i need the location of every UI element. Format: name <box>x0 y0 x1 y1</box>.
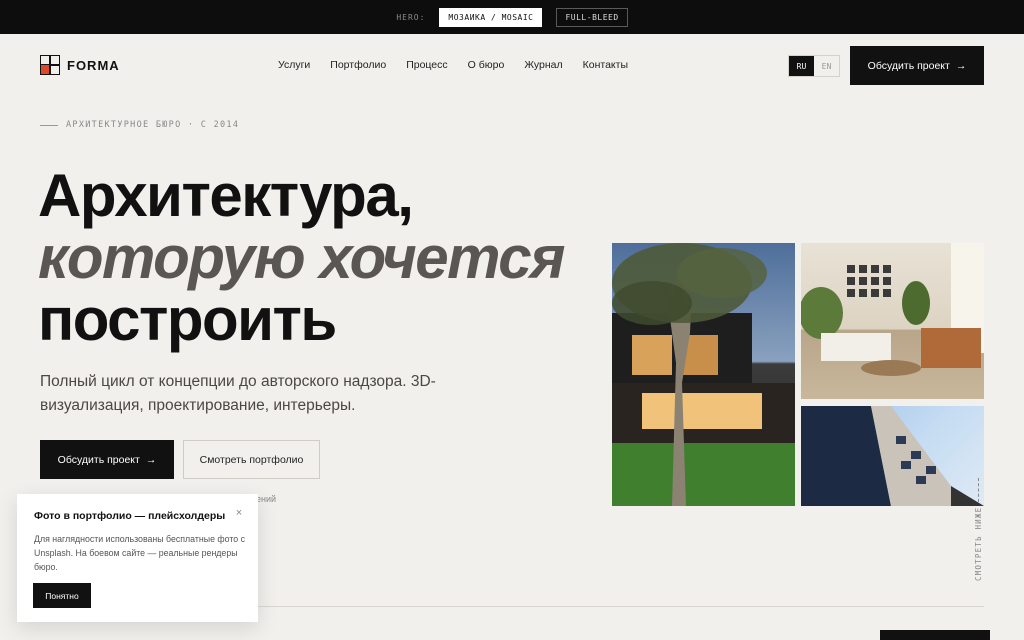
kicker-line <box>40 124 58 126</box>
arrow-right-icon: → <box>955 59 967 72</box>
placeholder-notice: Фото в портфолио — плейсхолдеры × Для на… <box>17 494 258 622</box>
brand-name: FORMA <box>67 57 120 73</box>
nav-item-process[interactable]: Процесс <box>406 59 447 71</box>
logo-mark-icon <box>40 55 60 75</box>
hero-title-line2: которую хочется <box>38 224 565 291</box>
mosaic-photo-house[interactable] <box>612 243 795 506</box>
notice-title: Фото в портфолио — плейсхолдеры <box>34 510 226 522</box>
scroll-hint-text: СМОТРЕТЬ НИЖЕ <box>974 506 983 581</box>
building-illustration <box>801 406 984 506</box>
hero-discuss-button[interactable]: Обсудить проект → <box>40 440 174 479</box>
nav-item-journal[interactable]: Журнал <box>524 59 562 71</box>
nav-item-contacts[interactable]: Контакты <box>583 59 628 71</box>
notice-ok-button[interactable]: Понятно <box>33 583 91 608</box>
mosaic-photo-interior[interactable] <box>801 243 984 399</box>
header-discuss-label: Обсудить проект <box>867 59 950 72</box>
scroll-hint[interactable]: СМОТРЕТЬ НИЖЕ <box>972 478 986 584</box>
hero-discuss-label: Обсудить проект <box>57 453 140 466</box>
hero-option-mosaic[interactable]: МОЗАИКА / MOSAIC <box>439 7 543 27</box>
nav-item-portfolio[interactable]: Портфолио <box>330 59 386 71</box>
scroll-dash-line <box>978 478 979 502</box>
interior-illustration <box>801 243 984 376</box>
lang-en[interactable]: EN <box>814 56 839 76</box>
main-nav: Услуги Портфолио Процесс О бюро Журнал К… <box>278 59 628 71</box>
notice-text: Для наглядности использованы бесплатные … <box>34 534 246 572</box>
hero-kicker: АРХИТЕКТУРНОЕ БЮРО · С 2014 <box>40 120 239 130</box>
hero-title-line3: построить <box>38 286 337 353</box>
hero-option-full-bleed[interactable]: FULL-BLEED <box>556 7 628 27</box>
house-illustration <box>612 243 795 506</box>
brand-logo[interactable]: FORMA <box>40 55 120 75</box>
hero-lead: Полный цикл от концепции до авторского н… <box>40 373 436 414</box>
close-icon[interactable]: × <box>232 506 246 520</box>
hero-switcher-bar: HERO: МОЗАИКА / MOSAIC FULL-BLEED <box>0 0 1024 34</box>
arrow-right-icon: → <box>145 453 157 466</box>
lang-ru[interactable]: RU <box>789 56 814 76</box>
nav-item-about[interactable]: О бюро <box>468 59 505 71</box>
hero-label: HERO: <box>396 12 426 22</box>
nav-item-services[interactable]: Услуги <box>278 59 310 71</box>
hero-partial-text: ений <box>256 494 277 504</box>
hero-portfolio-button[interactable]: Смотреть портфолио <box>183 440 320 479</box>
mosaic-photo-building[interactable] <box>801 406 984 506</box>
hero-title-line1: Архитектура, <box>38 162 414 229</box>
bottom-floating-element[interactable] <box>880 630 990 640</box>
language-switch: RU EN <box>788 55 840 77</box>
hero-title: Архитектура, которую хочется построить <box>38 162 565 353</box>
kicker-text: АРХИТЕКТУРНОЕ БЮРО · С 2014 <box>66 120 240 130</box>
header-discuss-button[interactable]: Обсудить проект → <box>850 46 984 85</box>
